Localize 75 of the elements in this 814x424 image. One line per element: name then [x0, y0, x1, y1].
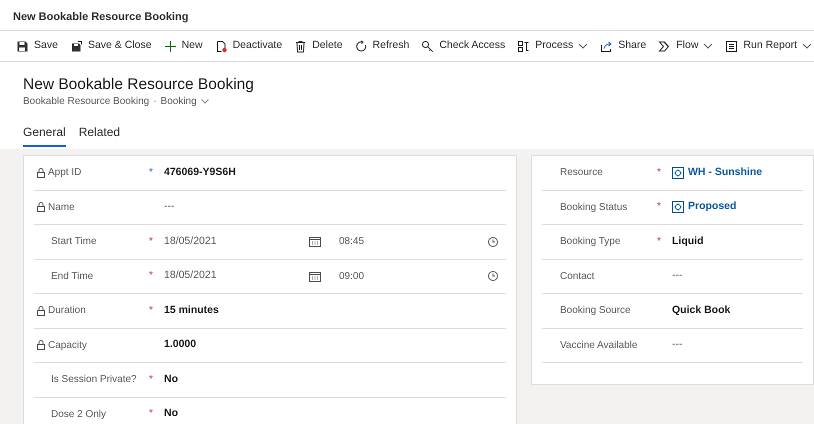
plus-button[interactable]: New	[160, 31, 211, 61]
field-label: Vaccine Available	[560, 338, 638, 353]
time-value: 08:45	[339, 235, 366, 250]
share-button[interactable]: Share	[596, 31, 654, 61]
report-icon	[725, 40, 738, 52]
delete-icon	[294, 40, 308, 52]
tab[interactable]: Related	[78, 123, 120, 147]
key-icon	[421, 40, 434, 52]
refresh-button[interactable]: Refresh	[350, 31, 418, 61]
flow-icon	[658, 40, 672, 52]
save-button[interactable]: Save	[12, 31, 66, 61]
key-button[interactable]: Check Access	[417, 31, 514, 61]
entity-name: Bookable Resource Booking	[23, 95, 150, 109]
refresh-icon	[354, 40, 368, 52]
field-label: Resource	[560, 166, 603, 180]
field-label: Start Time	[51, 235, 97, 250]
process-button[interactable]: Process	[513, 31, 596, 61]
app-title: New Bookable Resource Booking	[12, 10, 190, 25]
plus-icon	[164, 40, 177, 52]
field-label: Dose 2 Only	[51, 408, 106, 422]
field-value: Liquid	[672, 234, 704, 249]
required-marker: *	[149, 408, 153, 420]
separator: ·	[153, 95, 157, 109]
required-marker: *	[149, 304, 153, 316]
field-label: Booking Source	[560, 304, 631, 318]
required-marker: *	[149, 374, 153, 385]
calendar-icon	[309, 270, 321, 282]
save-close-icon	[70, 40, 83, 52]
date-value: 18/05/2021	[164, 268, 218, 284]
field-value: 15 minutes	[164, 302, 219, 318]
lookup-icon	[672, 201, 684, 214]
field-label: Contact	[560, 270, 594, 284]
share-icon	[600, 40, 614, 52]
time-value: 09:00	[339, 270, 366, 284]
field-value: ---	[672, 268, 682, 284]
chevron-down-icon	[200, 99, 209, 104]
field-value: ---	[164, 199, 174, 214]
field-value: 1.0000	[164, 337, 196, 352]
tab[interactable]: General	[23, 123, 66, 147]
field-label: Booking Type	[560, 235, 620, 250]
deactivate-icon	[214, 40, 228, 52]
calendar-icon	[309, 236, 321, 248]
field-label: Booking Status	[560, 200, 628, 215]
save-icon	[16, 40, 29, 52]
field-label: Capacity	[48, 338, 87, 353]
save-close-button[interactable]: Save & Close	[66, 31, 160, 61]
record-title: New Bookable Resource Booking	[23, 76, 255, 94]
field-value: ---	[672, 337, 682, 352]
process-icon	[517, 40, 530, 52]
field-label: Name	[48, 200, 75, 215]
required-marker: *	[149, 270, 153, 282]
required-marker: *	[149, 166, 153, 178]
field-label: End Time	[51, 270, 94, 284]
field-value: No	[164, 406, 178, 422]
deactivate-button[interactable]: Deactivate	[210, 31, 290, 61]
field-value: No	[164, 372, 178, 387]
field-value: 476069-Y9S6H	[164, 164, 236, 180]
delete-button[interactable]: Delete	[290, 31, 351, 61]
required-marker: *	[657, 236, 661, 247]
clock-icon	[488, 271, 498, 282]
required-marker: *	[657, 166, 661, 178]
date-value: 18/05/2021	[164, 234, 218, 249]
report-button[interactable]: Run Report	[721, 31, 814, 61]
required-marker: *	[149, 236, 153, 247]
field-value: Quick Book	[672, 302, 730, 318]
lookup-link[interactable]: WH - Sunshine	[688, 164, 762, 181]
required-marker: *	[657, 201, 661, 212]
clock-icon	[488, 236, 498, 247]
field-label: Appt ID	[48, 166, 82, 180]
field-label: Duration	[48, 304, 86, 318]
field-label: Is Session Private?	[51, 373, 137, 388]
flow-button[interactable]: Flow	[654, 31, 722, 61]
lookup-link[interactable]: Proposed	[688, 199, 736, 216]
lookup-icon	[672, 166, 684, 179]
form-selector[interactable]: Booking	[160, 94, 209, 109]
